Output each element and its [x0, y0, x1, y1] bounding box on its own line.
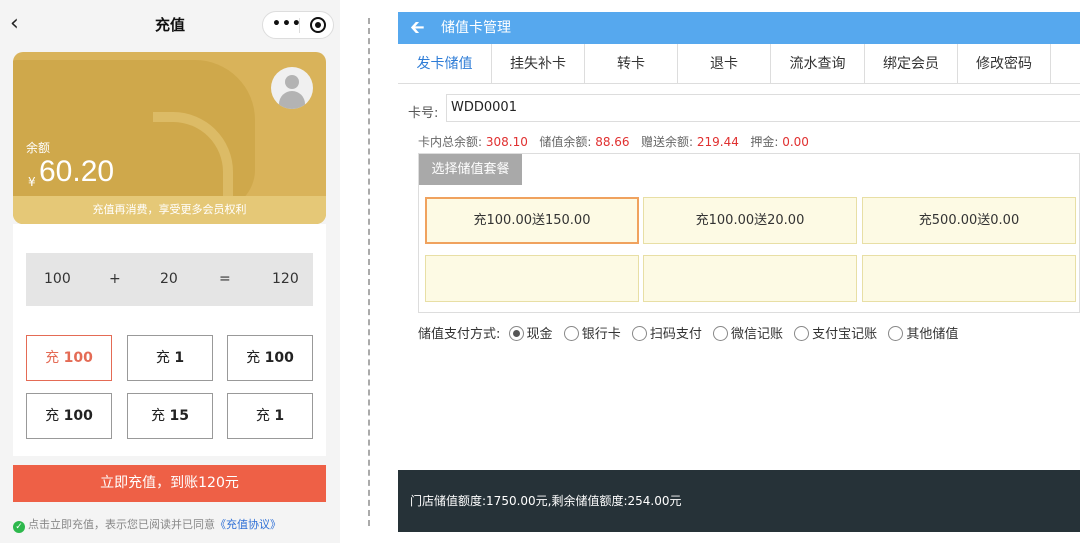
gift-balance-label: 赠送余额:: [641, 135, 694, 149]
tab-transfer-card[interactable]: 转卡: [585, 44, 678, 84]
tab-issue-recharge[interactable]: 发卡储值: [398, 44, 492, 84]
option-amount: 100: [63, 408, 93, 424]
option-prefix: 充: [45, 350, 60, 366]
agreement-text: 点击立即充值，表示您已阅读并已同意: [28, 518, 215, 531]
option-prefix: 充: [151, 408, 166, 424]
recharge-option[interactable]: 充 100: [26, 335, 112, 381]
option-amount: 15: [169, 408, 189, 424]
pay-method-label: 扫码支付: [649, 327, 702, 342]
avatar-head-icon: [285, 75, 299, 89]
deposit-label: 押金:: [750, 135, 779, 149]
payment-method-label: 储值支付方式:: [418, 327, 501, 342]
window-title: 储值卡管理: [441, 20, 511, 36]
package-option-empty[interactable]: [862, 255, 1076, 302]
balance-label: 余额: [26, 141, 51, 155]
tab-report-loss[interactable]: 挂失补卡: [492, 44, 585, 84]
option-prefix: 充: [45, 408, 60, 424]
window-title-bar: 🡰 储值卡管理: [398, 12, 1080, 44]
pay-cash[interactable]: 现金: [505, 323, 553, 342]
avatar-body-icon: [279, 91, 305, 109]
capsule-divider: [299, 18, 300, 33]
radio-icon[interactable]: [888, 326, 904, 341]
total-balance-label: 卡内总余额:: [418, 135, 483, 149]
currency-symbol: ¥: [28, 175, 36, 189]
card-footer-text: 充值再消费，享受更多会员权利: [13, 196, 326, 224]
option-prefix: 充: [246, 350, 261, 366]
option-amount: 1: [174, 350, 185, 366]
package-panel: 选择储值套餐 充100.00送150.00 充100.00送20.00 充500…: [418, 153, 1080, 313]
member-card: 余额 ¥ 60.20 充值再消费，享受更多会员权利: [13, 52, 326, 224]
option-amount: 100: [63, 350, 93, 366]
pay-method-label: 微信记账: [731, 327, 784, 342]
radio-icon[interactable]: [794, 326, 810, 341]
stored-balance-value: 88.66: [595, 135, 630, 149]
formula-base: 100: [44, 271, 71, 287]
formula-total: 120: [272, 271, 299, 287]
stored-balance-label: 储值余额:: [539, 135, 592, 149]
stored-value-card-manager: 🡰 储值卡管理 发卡储值 挂失补卡 转卡 退卡 流水查询 绑定会员 修改密码 卡…: [398, 12, 1080, 532]
card-number-input[interactable]: WDD0001: [446, 94, 1080, 122]
payment-method-row: 储值支付方式: 现金 银行卡 扫码支付 微信记账 支付宝记账 其他储值: [418, 323, 961, 342]
mobile-recharge-screen: ‹ 充值 ••• 余额 ¥ 60.20 充值再消费，享受更多会员权利 100 +…: [0, 0, 340, 543]
tab-return-card[interactable]: 退卡: [678, 44, 771, 84]
balance-summary: 卡内总余额: 308.10 储值余额: 88.66 赠送余额: 219.44 押…: [418, 133, 809, 150]
store-quota-footer: 门店储值额度:1750.00元,剩余储值额度:254.00元: [398, 470, 1080, 532]
recharge-formula: 100 + 20 = 120: [26, 253, 313, 306]
option-amount: 1: [274, 408, 285, 424]
tab-bind-member[interactable]: 绑定会员: [865, 44, 958, 84]
card-number-row: 卡号: WDD0001: [408, 94, 1080, 122]
mobile-nav-bar: ‹ 充值 •••: [0, 0, 340, 50]
avatar[interactable]: [271, 67, 313, 109]
recharge-option[interactable]: 充 1: [227, 393, 313, 439]
package-option-empty[interactable]: [425, 255, 639, 302]
more-dots-icon[interactable]: •••: [272, 16, 302, 32]
formula-plus: +: [109, 271, 121, 287]
package-option-empty[interactable]: [643, 255, 857, 302]
radio-icon[interactable]: [713, 326, 728, 341]
package-option[interactable]: 充500.00送0.00: [862, 197, 1076, 244]
pay-method-label: 银行卡: [581, 327, 621, 342]
recharge-now-button[interactable]: 立即充值，到账120元: [13, 465, 326, 502]
radio-selected-icon[interactable]: [508, 326, 524, 341]
option-amount: 100: [264, 350, 294, 366]
formula-bonus: 20: [160, 271, 178, 287]
gift-balance-value: 219.44: [696, 135, 739, 149]
tab-bar: 发卡储值 挂失补卡 转卡 退卡 流水查询 绑定会员 修改密码: [398, 44, 1080, 84]
pay-wechat-credit[interactable]: 微信记账: [709, 323, 783, 342]
radio-icon[interactable]: [631, 326, 647, 341]
pay-method-label: 其他储值: [906, 327, 959, 342]
pay-bank-card[interactable]: 银行卡: [560, 323, 621, 342]
pay-method-label: 现金: [526, 327, 553, 342]
package-tab[interactable]: 选择储值套餐: [419, 154, 522, 185]
recharge-option[interactable]: 充 15: [127, 393, 213, 439]
back-arrow-icon[interactable]: 🡰: [410, 12, 425, 44]
formula-equals: =: [219, 271, 231, 287]
package-option[interactable]: 充100.00送20.00: [643, 197, 857, 244]
pay-alipay-credit[interactable]: 支付宝记账: [790, 323, 877, 342]
recharge-option[interactable]: 充 100: [227, 335, 313, 381]
recharge-option[interactable]: 充 100: [26, 393, 112, 439]
pay-method-label: 支付宝记账: [812, 327, 878, 342]
tab-change-password[interactable]: 修改密码: [958, 44, 1051, 84]
option-prefix: 充: [155, 350, 170, 366]
card-number-label: 卡号:: [408, 106, 439, 121]
radio-icon[interactable]: [563, 326, 579, 341]
pay-scan[interactable]: 扫码支付: [628, 323, 702, 342]
option-prefix: 充: [255, 408, 270, 424]
balance-amount: 60.20: [39, 155, 115, 188]
check-circle-icon[interactable]: ✓: [13, 521, 25, 533]
close-target-icon[interactable]: [310, 17, 326, 33]
tab-transactions[interactable]: 流水查询: [771, 44, 865, 84]
mini-program-capsule: •••: [262, 11, 334, 39]
agreement-link[interactable]: 《充值协议》: [215, 518, 281, 531]
recharge-option[interactable]: 充 1: [127, 335, 213, 381]
total-balance-value: 308.10: [485, 135, 528, 149]
deposit-value: 0.00: [782, 135, 809, 149]
agreement-notice: ✓ 点击立即充值，表示您已阅读并已同意《充值协议》: [13, 516, 281, 533]
pay-other-stored[interactable]: 其他储值: [884, 323, 958, 342]
dashed-divider: [368, 18, 370, 526]
package-option[interactable]: 充100.00送150.00: [425, 197, 639, 244]
